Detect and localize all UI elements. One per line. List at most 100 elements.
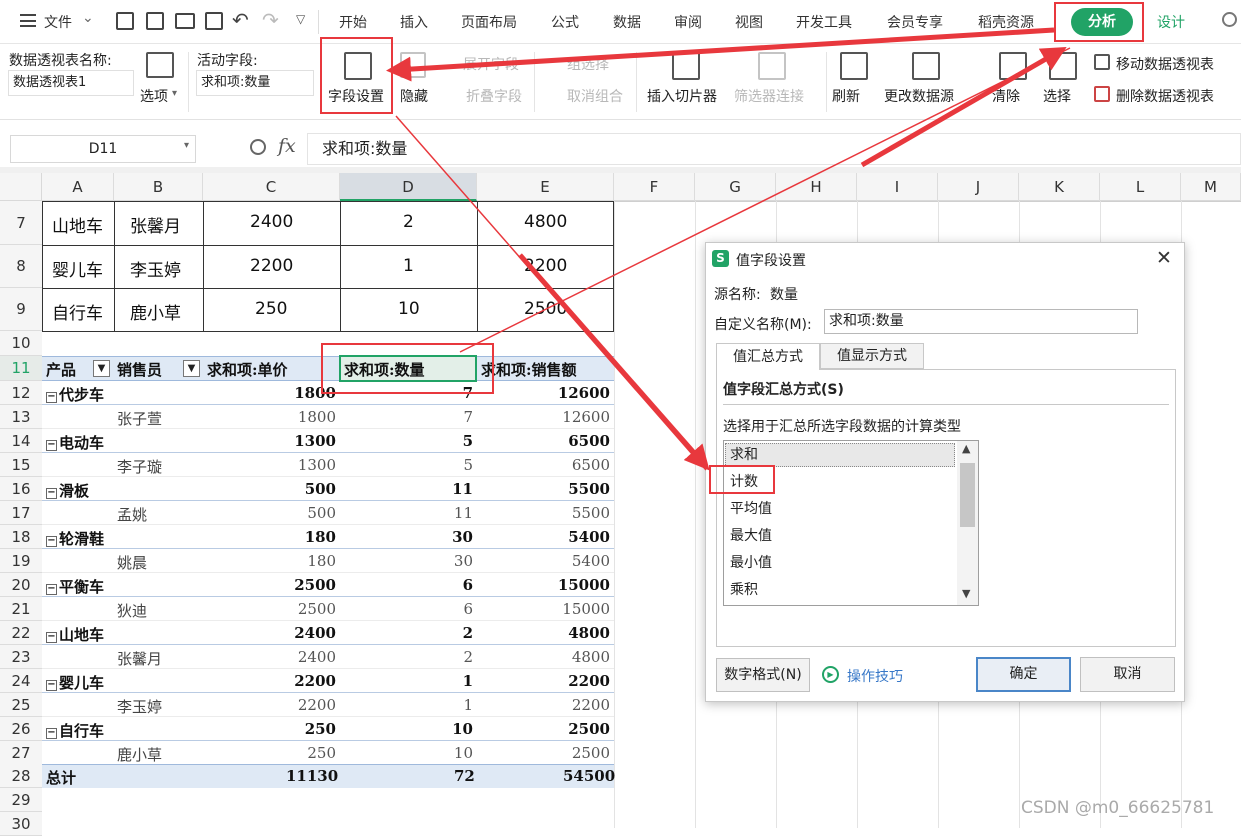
pivot-value-amount[interactable]: 6500 bbox=[568, 432, 610, 450]
tab-design[interactable]: 设计 bbox=[1157, 12, 1185, 32]
collapse-icon[interactable]: − bbox=[46, 440, 57, 451]
column-header[interactable]: M bbox=[1181, 173, 1241, 201]
scroll-down-icon[interactable]: ▼ bbox=[962, 587, 970, 600]
pivot-value-qty[interactable]: 7 bbox=[463, 408, 473, 426]
list-item[interactable]: 平均值 bbox=[725, 497, 955, 521]
row-header[interactable]: 27 bbox=[0, 741, 42, 765]
pivot-value-qty[interactable]: 2 bbox=[463, 624, 473, 642]
refresh-icon[interactable] bbox=[840, 52, 868, 80]
fx-icon[interactable]: fx bbox=[278, 135, 296, 157]
table-cell[interactable]: 10 bbox=[398, 299, 420, 319]
scroll-up-icon[interactable]: ▲ bbox=[962, 442, 970, 455]
collapse-icon[interactable]: − bbox=[46, 536, 57, 547]
filter-connection-icon[interactable] bbox=[758, 52, 786, 80]
column-header[interactable]: B bbox=[114, 173, 203, 201]
row-header[interactable]: 26 bbox=[0, 717, 42, 741]
pivot-value-qty[interactable]: 30 bbox=[454, 552, 473, 570]
table-cell[interactable]: 4800 bbox=[524, 212, 567, 232]
column-header[interactable]: G bbox=[695, 173, 776, 201]
table-cell[interactable]: 2200 bbox=[250, 256, 293, 276]
tab-summarize-by[interactable]: 值汇总方式 bbox=[716, 343, 820, 370]
collapse-icon[interactable]: − bbox=[46, 728, 57, 739]
close-icon[interactable]: ✕ bbox=[1156, 247, 1172, 269]
pivot-group-label[interactable]: − 滑板 bbox=[46, 480, 89, 501]
pivot-value-amount[interactable]: 5400 bbox=[568, 528, 610, 546]
print-icon[interactable] bbox=[175, 13, 195, 29]
pivot-item-label[interactable]: 孟姚 bbox=[117, 504, 147, 525]
tab-home[interactable]: 开始 bbox=[339, 12, 367, 32]
row-header[interactable]: 9 bbox=[0, 288, 42, 331]
save-icon[interactable] bbox=[116, 12, 134, 30]
row-header[interactable]: 21 bbox=[0, 597, 42, 621]
pivot-group-label[interactable]: − 平衡车 bbox=[46, 576, 104, 597]
row-header[interactable]: 14 bbox=[0, 429, 42, 453]
collapse-icon[interactable]: − bbox=[46, 584, 57, 595]
tab-review[interactable]: 审阅 bbox=[674, 12, 702, 32]
pivot-group-label[interactable]: − 电动车 bbox=[46, 432, 104, 453]
print-preview-icon[interactable] bbox=[205, 12, 223, 30]
row-header[interactable]: 23 bbox=[0, 645, 42, 669]
column-header[interactable]: A bbox=[42, 173, 114, 201]
ok-button[interactable]: 确定 bbox=[976, 657, 1071, 692]
total-price[interactable]: 11130 bbox=[286, 767, 338, 785]
pivot-value-price[interactable]: 1800 bbox=[298, 408, 336, 426]
total-qty[interactable]: 72 bbox=[454, 767, 475, 785]
pivot-value-amount[interactable]: 12600 bbox=[558, 384, 610, 402]
cancel-button[interactable]: 取消 bbox=[1080, 657, 1175, 692]
group-selection-button[interactable]: 组选择 bbox=[567, 54, 609, 74]
select-icon[interactable] bbox=[1049, 52, 1077, 80]
table-cell[interactable]: 自行车 bbox=[52, 299, 103, 324]
pivot-group-label[interactable]: − 山地车 bbox=[46, 624, 104, 645]
name-box[interactable]: D11 bbox=[10, 135, 196, 163]
pivot-value-amount[interactable]: 5400 bbox=[572, 552, 610, 570]
table-cell[interactable]: 婴儿车 bbox=[52, 256, 103, 281]
pivot-header-price[interactable]: 求和项:单价 bbox=[207, 359, 288, 380]
pivot-value-price[interactable]: 2500 bbox=[298, 600, 336, 618]
pivot-item-label[interactable]: 姚晨 bbox=[117, 552, 147, 573]
custom-name-input[interactable]: 求和项:数量 bbox=[824, 309, 1138, 334]
select-all-corner[interactable] bbox=[0, 173, 42, 201]
hide-button[interactable]: 隐藏 bbox=[400, 86, 428, 106]
row-header[interactable]: 22 bbox=[0, 621, 42, 645]
play-icon[interactable]: ▶ bbox=[822, 666, 839, 683]
export-icon[interactable] bbox=[146, 12, 164, 30]
collapse-field-button[interactable]: 折叠字段 bbox=[466, 86, 522, 106]
chevron-down-icon[interactable]: ▾ bbox=[184, 140, 189, 151]
list-item[interactable]: 乘积 bbox=[725, 578, 955, 602]
active-field-input[interactable]: 求和项:数量 bbox=[196, 70, 314, 96]
search-icon[interactable] bbox=[1222, 12, 1237, 27]
collapse-icon[interactable]: − bbox=[46, 392, 57, 403]
row-header[interactable]: 8 bbox=[0, 245, 42, 288]
table-cell[interactable]: 2200 bbox=[524, 256, 567, 276]
pivot-group-label[interactable]: − 自行车 bbox=[46, 720, 104, 741]
column-header[interactable]: H bbox=[776, 173, 857, 201]
pivot-header-product[interactable]: 产品 bbox=[46, 359, 76, 380]
clear-button[interactable]: 清除 bbox=[992, 86, 1020, 106]
file-menu[interactable]: 文件 bbox=[44, 12, 72, 32]
number-format-button[interactable]: 数字格式(N) bbox=[716, 658, 810, 692]
pivot-header-seller[interactable]: 销售员 bbox=[117, 359, 162, 380]
pivot-value-price[interactable]: 250 bbox=[307, 744, 336, 762]
pivot-value-qty[interactable]: 5 bbox=[463, 432, 473, 450]
collapse-icon[interactable]: − bbox=[46, 488, 57, 499]
list-item-selected[interactable]: 求和 bbox=[725, 443, 955, 467]
insert-slicer-button[interactable]: 插入切片器 bbox=[647, 86, 717, 106]
pivot-group-label[interactable]: − 婴儿车 bbox=[46, 672, 104, 693]
pivot-value-amount[interactable]: 2500 bbox=[568, 720, 610, 738]
pivot-group-label[interactable]: − 代步车 bbox=[46, 384, 104, 405]
tab-show-values-as[interactable]: 值显示方式 bbox=[820, 343, 924, 369]
options-icon[interactable] bbox=[146, 52, 174, 78]
delete-pivot-button[interactable]: 删除数据透视表 bbox=[1116, 86, 1214, 106]
pivot-item-label[interactable]: 鹿小草 bbox=[117, 744, 162, 765]
tab-developer[interactable]: 开发工具 bbox=[796, 12, 852, 32]
tab-member[interactable]: 会员专享 bbox=[887, 12, 943, 32]
pivot-value-qty[interactable]: 10 bbox=[452, 720, 473, 738]
row-header[interactable]: 13 bbox=[0, 405, 42, 429]
clear-icon[interactable] bbox=[999, 52, 1027, 80]
pivot-value-amount[interactable]: 2500 bbox=[572, 744, 610, 762]
pivot-item-label[interactable]: 狄迪 bbox=[117, 600, 147, 621]
pivot-value-qty[interactable]: 11 bbox=[454, 504, 473, 522]
pivot-item-label[interactable]: 张子萱 bbox=[117, 408, 162, 429]
pivot-value-amount[interactable]: 6500 bbox=[572, 456, 610, 474]
pivot-name-input[interactable]: 数据透视表1 bbox=[8, 70, 134, 96]
